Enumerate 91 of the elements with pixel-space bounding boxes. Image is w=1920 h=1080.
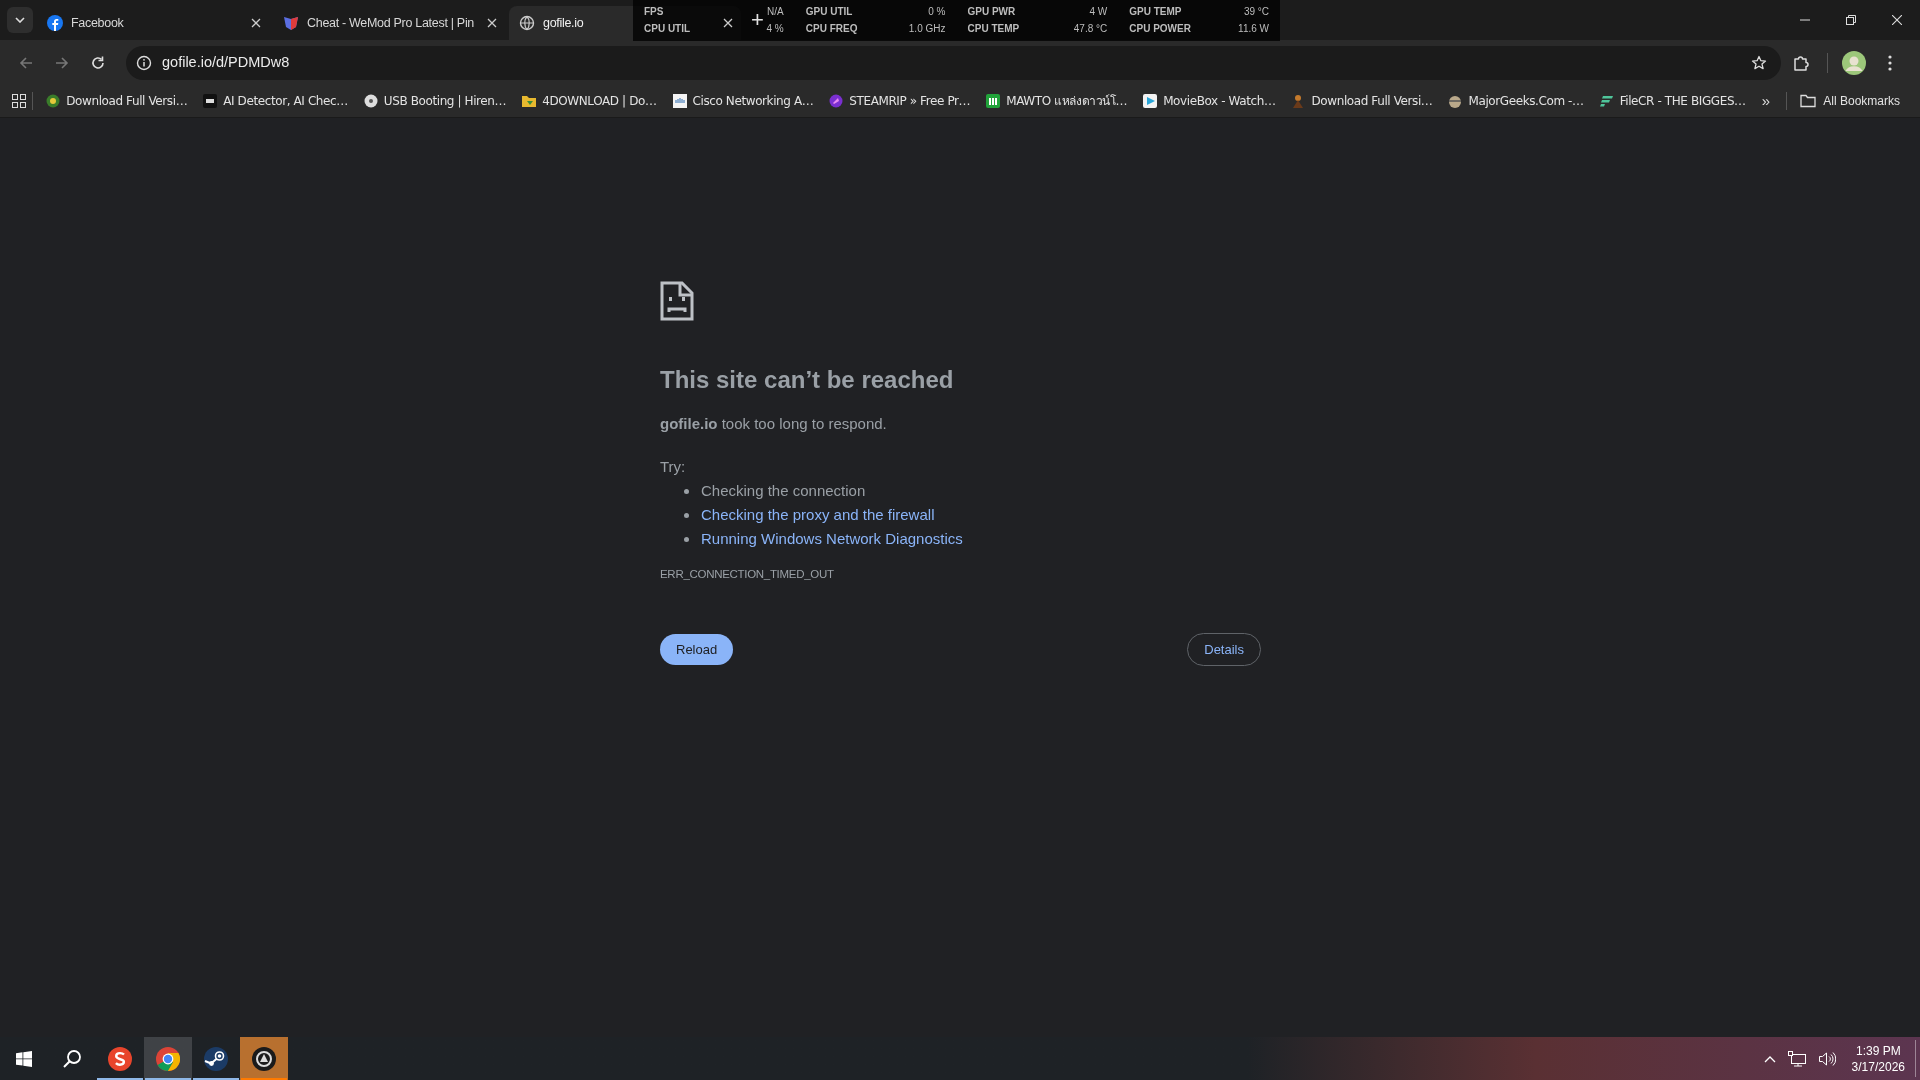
metric-label: GPU UTIL [805,4,853,19]
all-bookmarks-button[interactable]: All Bookmarks [1794,88,1906,114]
suggestion-text: Checking the connection [701,480,866,501]
reload-button[interactable]: Reload [660,634,734,666]
speaker-icon[interactable] [1817,1050,1836,1067]
metric-value: 4 % [766,22,784,37]
bookmark-item[interactable]: MajorGeeks.Com -… [1440,88,1592,114]
metric-label: GPU TEMP [1129,4,1182,19]
network-monitor-icon[interactable] [1787,1050,1806,1067]
bookmark-item[interactable]: 4DOWNLOAD | Do… [514,88,665,114]
avatar-icon [1842,50,1866,75]
taskbar-app-button[interactable] [240,1037,288,1080]
close-icon[interactable] [487,18,497,28]
play-icon [1143,94,1158,108]
metric-value: 39 °C [1243,4,1269,19]
clock[interactable]: 1:39 PM 3/17/2026 [1851,1042,1905,1075]
close-icon[interactable] [723,18,733,28]
suggestion-link[interactable]: Checking the proxy and the firewall [701,503,935,527]
metric-value: 1.0 GHz [908,22,946,37]
bookmark-item[interactable]: Download Full Versi… [1283,88,1441,114]
square-icon [986,94,1001,108]
reload-icon [90,54,106,71]
browser-tab[interactable]: Cheat - WeMod Pro Latest | Pin [273,6,505,40]
metric-label: CPU UTIL [644,22,691,37]
emblem-icon [252,1046,276,1071]
arrow-left-icon [18,54,34,71]
tab-title: Facebook [71,14,124,32]
arrow-right-icon [54,54,70,71]
error-code: ERR_CONNECTION_TIMED_OUT [660,567,835,582]
error-message: gofile.io took too long to respond. [660,414,888,434]
disc-icon [363,94,378,108]
taskbar-app-button[interactable] [144,1037,192,1080]
url-text: gofile.io/d/PDMDw8 [162,52,291,72]
metric-label: FPS [644,4,664,19]
bookmark-item[interactable]: USB Booting | Hiren… [355,88,515,114]
square-icon [203,94,218,108]
running-indicator [193,1078,239,1080]
browser-tab[interactable]: Facebook [37,6,269,40]
star-icon[interactable] [1751,54,1767,71]
bookmark-item[interactable]: AI Detector, AI Chec… [195,88,356,114]
metric-label: CPU TEMP [967,22,1020,37]
windows-logo-icon [16,1050,32,1067]
letter-f-circle-icon [47,15,63,31]
tab-title: gofile.io [543,14,584,32]
close-icon [1892,15,1902,25]
circle-icon [46,94,61,108]
bookmark-item[interactable]: MovieBox - Watch… [1135,88,1284,114]
tab-title: Cheat - WeMod Pro Latest | Pin [307,14,474,32]
shield-icon [283,15,299,31]
suggestion-link[interactable]: Running Windows Network Diagnostics [701,527,963,551]
stripes-icon [1599,94,1614,108]
metric-value: 47.8 °C [1073,22,1108,37]
try-label: Try: [660,456,687,477]
metric-label: GPU PWR [967,4,1016,19]
chevron-down-icon [15,17,25,23]
circle-icon [829,94,844,108]
info-icon[interactable] [136,54,152,71]
more-bookmarks-button[interactable]: » [1753,89,1779,113]
metric-value: 11.6 W [1238,22,1269,37]
bookmark-item[interactable]: STEAMRIP » Free Pr… [821,88,979,114]
close-icon[interactable] [251,18,261,28]
running-indicator [145,1078,191,1080]
restore-icon [1846,15,1856,25]
grid-icon [12,94,26,108]
error-heading: This site can’t be reached [660,365,955,395]
puzzle-piece-icon [1792,53,1810,72]
running-indicator [97,1078,143,1080]
square-icon [672,94,687,108]
folder-icon [522,94,537,108]
steam-logo-icon [204,1046,228,1071]
bookmark-item[interactable]: MAWTO แหล่งดาวน์โ… [978,88,1136,114]
metric-label: CPU POWER [1129,22,1191,37]
metric-value: 0 % [928,4,946,19]
address-bar[interactable]: gofile.io/d/PDMDw8 [126,45,1781,80]
chevron-up-icon[interactable] [1763,1054,1776,1063]
metric-label: CPU FREQ [805,22,858,37]
globe-icon [519,15,535,31]
letter-s-circle-icon [108,1046,132,1071]
sad-page-icon [660,281,694,321]
metric-value: 4 W [1089,4,1108,19]
folder-icon [1800,94,1817,108]
bookmark-item[interactable]: Cisco Networking A… [664,88,822,114]
search-icon [62,1048,82,1069]
chrome-logo-icon [156,1046,180,1071]
running-indicator [241,1078,287,1080]
metric-value: N/A [767,4,784,19]
figure-icon [1291,94,1306,108]
bookmark-item[interactable]: Download Full Versi… [38,88,196,114]
tab-list-button[interactable] [7,7,33,33]
bookmark-item[interactable]: FileCR - THE BIGGES… [1591,88,1754,114]
more-vertical-icon [1888,54,1892,71]
